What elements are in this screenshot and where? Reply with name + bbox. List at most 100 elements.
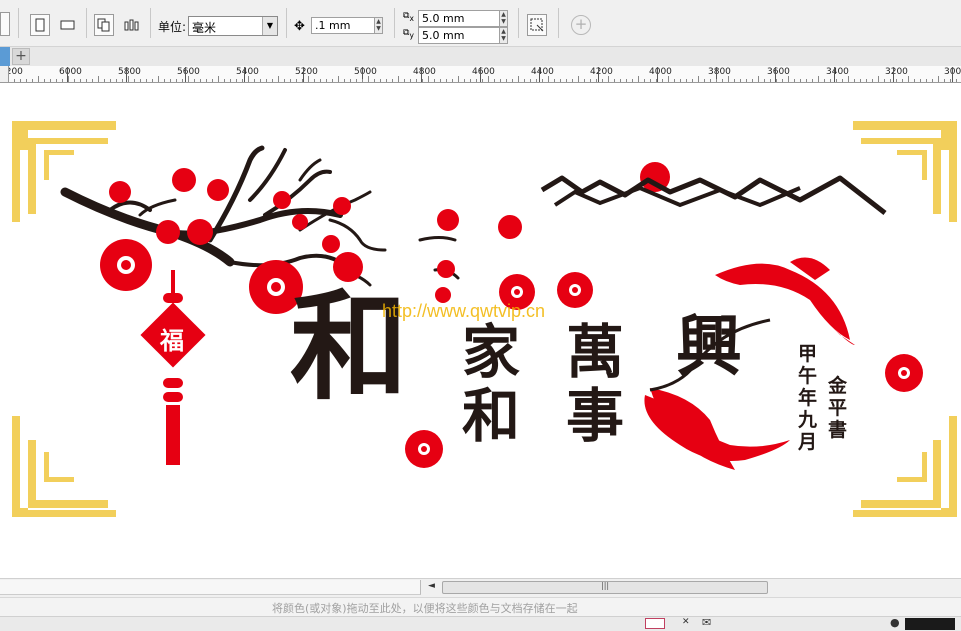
ruler-minor-tick [476,79,477,82]
ruler-label: 4400 [531,67,554,77]
char-shi: 事 [566,381,625,450]
corner-frame-top-right [853,121,957,222]
ruler-minor-tick [398,76,399,82]
ruler-minor-tick [890,79,891,82]
calligraphy-col-2: 萬 事 [566,320,630,450]
ruler-minor-tick [320,79,321,82]
ruler-origin[interactable] [0,66,9,82]
add-icon[interactable]: + [571,15,591,35]
separator [286,8,287,38]
add-page-button[interactable]: + [12,48,30,65]
calligraphy-col-3: 興 [676,307,742,385]
ruler-minor-tick [230,79,231,82]
ruler-minor-tick [512,79,513,82]
ruler-minor-tick [242,79,243,82]
ruler-minor-tick [110,79,111,82]
ruler-minor-tick [482,79,483,82]
ruler-minor-tick [494,79,495,82]
watermark-url: http://www.qwtvip.cn [382,301,546,321]
ruler-minor-tick [212,79,213,82]
ruler-minor-tick [206,79,207,82]
ruler-label: 4200 [590,67,613,77]
cut-off-control[interactable] [0,12,10,36]
status-bar: ✕ ✉ ● [0,616,961,631]
ruler-minor-tick [404,79,405,82]
nudge-distance-input[interactable]: .1 mm [311,17,375,34]
ruler-minor-tick [830,79,831,82]
ruler-minor-tick [170,79,171,82]
ruler-minor-tick [938,76,939,82]
horizontal-scrollbar[interactable]: ◄ ||| [0,578,961,597]
ruler-minor-tick [446,79,447,82]
treat-as-filled-button[interactable] [527,14,547,36]
ruler-minor-tick [164,79,165,82]
portrait-button[interactable] [30,14,50,36]
portrait-icon [35,18,45,32]
ruler-minor-tick [434,79,435,82]
duplicate-y-input[interactable]: 5.0 mm [418,27,500,44]
corner-frame-bottom-left [12,416,116,517]
ruler-minor-tick [878,76,879,82]
ruler-minor-tick [224,79,225,82]
ruler-minor-tick [734,79,735,82]
ruler-minor-tick [776,79,777,82]
page-navigator[interactable] [0,580,421,595]
current-fill-swatch[interactable] [905,618,955,630]
ruler-minor-tick [92,79,93,82]
ruler-minor-tick [458,76,459,82]
duplicate-y-spinner[interactable]: ▲ ▼ [499,27,508,44]
ruler-minor-tick [392,79,393,82]
outline-pen-icon[interactable]: ✉ [702,616,711,629]
color-mode-icon[interactable]: ● [890,616,900,629]
ruler-minor-tick [368,76,369,82]
ruler-minor-tick [236,79,237,82]
all-pages-button[interactable] [94,14,114,36]
scrollbar-thumb[interactable]: ||| [442,581,768,594]
ruler-minor-tick [590,79,591,82]
treat-as-filled-icon [530,18,544,32]
horizontal-ruler[interactable]: 5200 6000 5800 5600 5400 5200 5000 4800 4600 4400… [0,66,961,83]
ruler-minor-tick [428,76,429,82]
ruler-minor-tick [134,79,135,82]
ruler-minor-tick [800,79,801,82]
ruler-minor-tick [44,79,45,82]
ruler-minor-tick [20,79,21,82]
ruler-minor-tick [638,76,639,82]
ruler-minor-tick [884,79,885,82]
ruler-minor-tick [866,79,867,82]
landscape-button[interactable] [58,14,78,36]
duplicate-x-spinner[interactable]: ▲ ▼ [499,10,508,27]
fill-indicator-icon[interactable] [645,618,665,629]
ruler-minor-tick [344,79,345,82]
document-tab-strip: + [0,47,961,67]
signature-inscription: 金平書 [828,375,848,441]
ruler-minor-tick [578,76,579,82]
ruler-minor-tick [554,79,555,82]
ruler-minor-tick [710,79,711,82]
ruler-minor-tick [524,79,525,82]
current-page-button[interactable] [122,14,142,36]
ruler-minor-tick [260,79,261,82]
document-palette[interactable]: 将颜色(或对象)拖动至此处，以便将这些颜色与文档存储在一起 [0,597,961,616]
ruler-minor-tick [716,79,717,82]
scroll-left-icon[interactable]: ◄ [428,581,435,591]
ruler-minor-tick [848,76,849,82]
unit-select[interactable]: 毫米 ▼ [188,16,278,36]
nudge-icon: ✥ [294,19,305,34]
ruler-minor-tick [68,76,69,82]
ruler-minor-tick [602,79,603,82]
drawing-canvas[interactable]: 福 和 家 和 萬 事 興 甲午年九月 金平書 http://www.qwtvi… [0,83,961,578]
ruler-minor-tick [950,79,951,82]
separator [86,8,87,38]
landscape-icon [60,20,75,30]
ruler-minor-tick [956,79,957,82]
separator [518,8,519,38]
ruler-major-tick [126,67,127,82]
ruler-minor-tick [278,76,279,82]
duplicate-x-input[interactable]: 5.0 mm [418,10,500,27]
nudge-spinner[interactable]: ▲ ▼ [374,17,383,34]
ruler-major-tick [539,67,540,82]
outline-none-icon[interactable]: ✕ [682,617,690,627]
ruler-minor-tick [596,79,597,82]
ruler-minor-tick [764,79,765,82]
